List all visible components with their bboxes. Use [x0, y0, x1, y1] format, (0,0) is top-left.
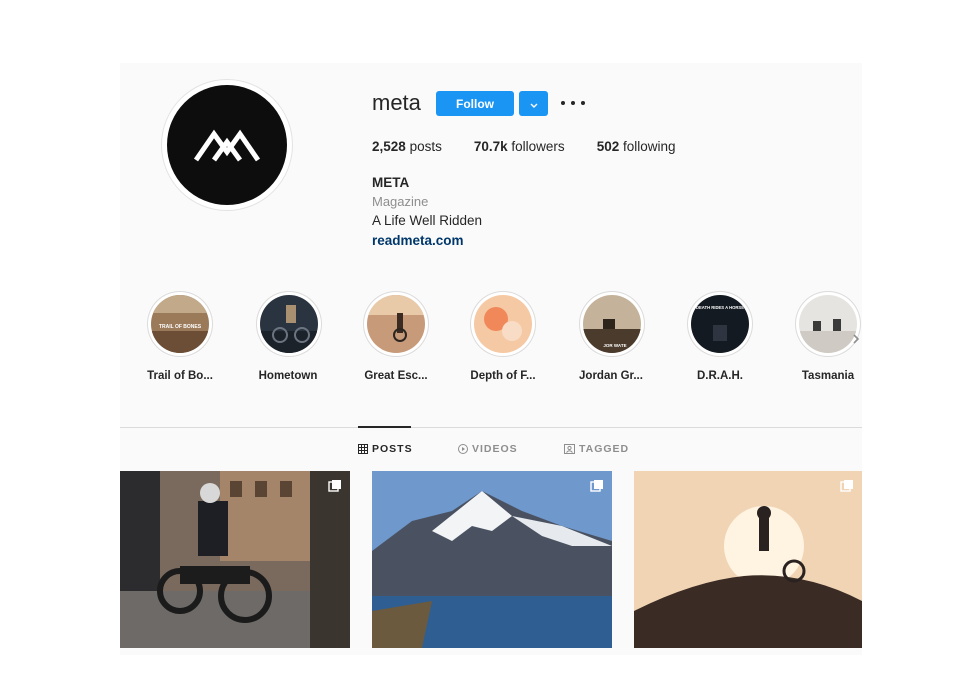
- post-thumbnail[interactable]: [634, 471, 862, 648]
- post-thumbnail[interactable]: [120, 471, 350, 648]
- posts-count: 2,528 posts: [372, 139, 442, 154]
- highlight-label: Tasmania: [801, 370, 855, 382]
- tab-posts[interactable]: POSTS: [358, 443, 413, 455]
- highlight-jordan-grand[interactable]: JOR WATE: [577, 292, 647, 356]
- tab-videos[interactable]: VIDEOS: [458, 443, 518, 455]
- highlight-cover-image: DEATH RIDES A HORSE: [691, 295, 749, 353]
- post-thumbnail[interactable]: [372, 471, 612, 648]
- more-options-icon[interactable]: [561, 93, 585, 113]
- profile-category: Magazine: [372, 194, 429, 209]
- profile-avatar[interactable]: [162, 80, 292, 210]
- follow-button[interactable]: Follow: [436, 91, 514, 116]
- highlight-cover-image: [474, 295, 532, 353]
- profile-bio: A Life Well Ridden: [372, 213, 483, 228]
- profile-username: meta: [372, 90, 421, 115]
- highlight-label: D.R.A.H.: [697, 370, 743, 382]
- highlight-cover-text: TRAIL OF BONES: [159, 324, 202, 330]
- highlight-cover-image: JOR WATE: [583, 295, 641, 353]
- highlight-label: Depth of F...: [470, 370, 536, 382]
- highlight-label: Trail of Bo...: [147, 370, 213, 382]
- highlight-cover-image: TRAIL OF BONES: [151, 295, 209, 353]
- chevron-down-icon: [530, 95, 538, 113]
- highlight-drah[interactable]: DEATH RIDES A HORSE: [685, 292, 755, 356]
- profile-full-name: META: [372, 175, 410, 190]
- multiple-photos-icon: [328, 479, 342, 498]
- tab-tagged[interactable]: TAGGED: [564, 443, 629, 455]
- highlight-label: Jordan Gr...: [579, 370, 643, 382]
- meta-logo: [167, 85, 287, 205]
- tag-icon: [564, 444, 575, 454]
- highlight-cover-image: [260, 295, 318, 353]
- profile-stats: 2,528 posts 70.7k followers 502 followin…: [372, 139, 708, 154]
- suggestions-dropdown-button[interactable]: [519, 91, 548, 116]
- highlight-cover-text: JOR WATE: [603, 343, 626, 348]
- profile-website-link[interactable]: readmeta.com: [372, 233, 464, 248]
- active-tab-indicator: [358, 426, 411, 428]
- highlight-label: Hometown: [258, 370, 318, 382]
- highlight-trail-of-bones[interactable]: TRAIL OF BONES: [145, 292, 215, 356]
- highlights-next-arrow-icon[interactable]: [850, 331, 862, 347]
- highlight-cover-image: [367, 295, 425, 353]
- highlight-cover-image: [799, 295, 857, 353]
- highlight-label: Great Esc...: [364, 370, 428, 382]
- video-icon: [458, 444, 468, 454]
- highlight-great-escape[interactable]: [361, 292, 431, 356]
- highlight-cover-text: DEATH RIDES A HORSE: [696, 305, 744, 310]
- followers-count[interactable]: 70.7k followers: [474, 139, 565, 154]
- tabs-divider: [120, 427, 862, 428]
- multiple-photos-icon: [840, 479, 854, 498]
- grid-icon: [358, 444, 368, 454]
- highlight-depth-of-field[interactable]: [468, 292, 538, 356]
- multiple-photos-icon: [590, 479, 604, 498]
- highlight-hometown[interactable]: [254, 292, 324, 356]
- following-count[interactable]: 502 following: [597, 139, 676, 154]
